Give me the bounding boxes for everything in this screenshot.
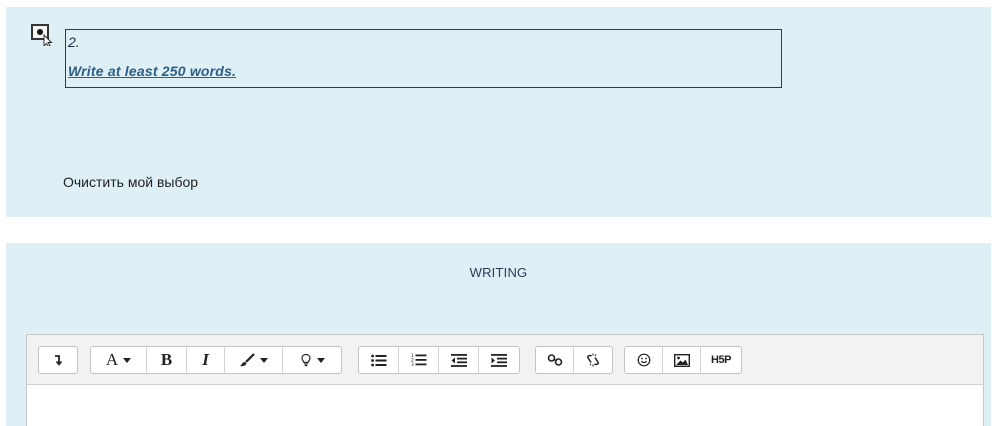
outdent-button[interactable] <box>439 347 479 373</box>
bold-icon: B <box>160 350 173 369</box>
font-size-icon: A <box>105 350 119 369</box>
image-button[interactable] <box>663 347 701 373</box>
chevron-down-icon <box>123 357 132 363</box>
answer-option-box[interactable]: 2. Write at least 250 words. <box>65 29 782 88</box>
h5p-button[interactable]: H5P <box>701 347 741 373</box>
toolbar-group-links <box>535 346 613 374</box>
link-icon <box>547 354 562 366</box>
lightbulb-icon <box>300 353 311 367</box>
h5p-icon: H5P <box>711 354 731 366</box>
indent-icon <box>491 353 507 367</box>
emoji-icon <box>637 353 650 367</box>
svg-text:3: 3 <box>411 362 414 367</box>
image-icon <box>673 353 690 367</box>
highlight-button[interactable] <box>283 347 341 373</box>
link-button[interactable] <box>536 347 574 373</box>
radio-selected-icon[interactable] <box>31 24 53 46</box>
collapse-button[interactable] <box>39 347 77 373</box>
bullet-list-icon <box>370 354 386 366</box>
chevron-down-icon <box>316 357 325 363</box>
editor-content-area[interactable] <box>27 386 983 426</box>
unlink-icon <box>586 353 600 367</box>
answer-number: 2. <box>68 34 80 50</box>
toolbar-group-collapse <box>38 346 78 374</box>
outdent-icon <box>450 353 467 367</box>
text-color-button[interactable] <box>225 347 283 373</box>
font-size-button[interactable]: A <box>91 347 147 373</box>
unlink-button[interactable] <box>574 347 612 373</box>
question-panel: 2. Write at least 250 words. Очистить мо… <box>6 7 991 217</box>
numbered-list-icon: 1 2 3 <box>411 353 426 367</box>
emoji-button[interactable] <box>625 347 663 373</box>
section-title: WRITING <box>469 265 528 280</box>
italic-icon: I <box>202 350 209 369</box>
bullet-list-button[interactable] <box>359 347 399 373</box>
italic-button[interactable]: I <box>187 347 225 373</box>
chevron-down-icon <box>260 357 268 363</box>
text-editor: A B I 1 2 3 H5P <box>26 334 984 426</box>
arrow-down-icon <box>55 355 63 366</box>
clear-choice-link[interactable]: Очистить мой выбор <box>63 174 198 190</box>
brush-icon <box>240 353 255 367</box>
bold-button[interactable]: B <box>147 347 187 373</box>
answer-text-link[interactable]: Write at least 250 words. <box>68 63 236 79</box>
writing-panel: WRITING A B I 1 2 3 H5P <box>6 243 991 426</box>
indent-button[interactable] <box>479 347 519 373</box>
toolbar-group-format: A B I <box>90 346 342 374</box>
toolbar-group-insert: H5P <box>624 346 742 374</box>
toolbar-group-lists: 1 2 3 <box>358 346 520 374</box>
numbered-list-button[interactable]: 1 2 3 <box>399 347 439 373</box>
editor-toolbar: A B I 1 2 3 H5P <box>27 335 983 385</box>
